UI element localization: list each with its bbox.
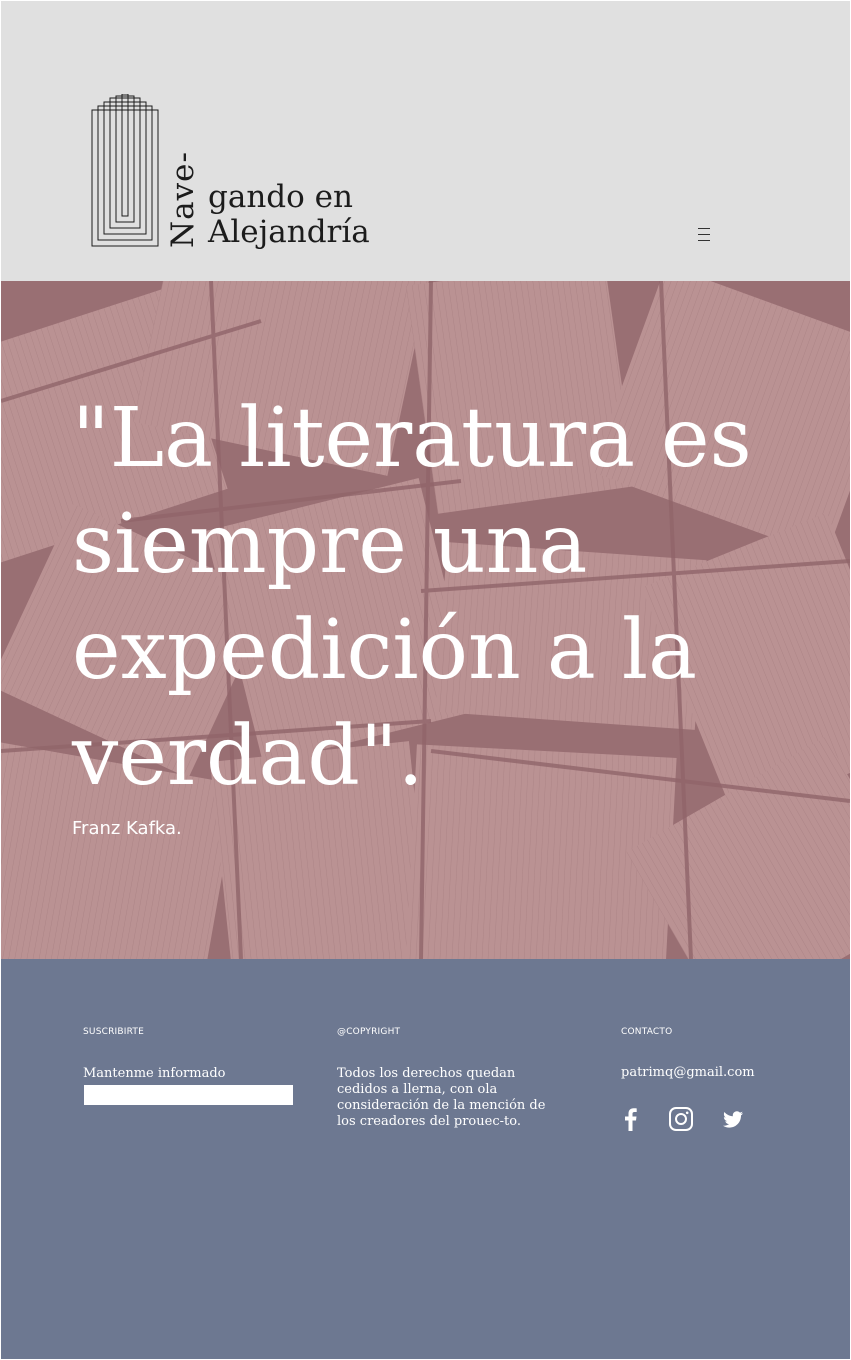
menu-bar-icon — [698, 240, 710, 241]
subscribe-heading: SUSCRIBIRTE — [83, 1027, 145, 1037]
twitter-icon[interactable] — [719, 1105, 747, 1133]
logo-text-line-2: Alejandría — [208, 214, 370, 250]
menu-bar-icon — [698, 234, 710, 235]
logo-text-vertical: Nave- — [165, 151, 201, 248]
logo-text-line-1: gando en — [208, 179, 353, 215]
copyright-heading: @COPYRIGHT — [337, 1027, 401, 1037]
hamburger-menu-button[interactable] — [698, 226, 712, 244]
quote-author: Franz Kafka. — [72, 818, 182, 839]
hero-quote: "La literatura es siempre una expedición… — [72, 391, 752, 804]
facebook-icon[interactable] — [617, 1105, 645, 1133]
subscribe-email-input[interactable] — [84, 1085, 293, 1105]
site-footer — [1, 959, 850, 1359]
logo-arch-icon — [91, 94, 159, 247]
instagram-icon[interactable] — [667, 1105, 695, 1133]
contact-heading: CONTACTO — [621, 1027, 673, 1037]
contact-email-link[interactable]: patrimq@gmail.com — [621, 1065, 755, 1081]
subscribe-label: Mantenme informado — [83, 1066, 226, 1081]
menu-bar-icon — [698, 228, 710, 229]
copyright-text: Todos los derechos quedan cedidos a ller… — [337, 1066, 546, 1129]
